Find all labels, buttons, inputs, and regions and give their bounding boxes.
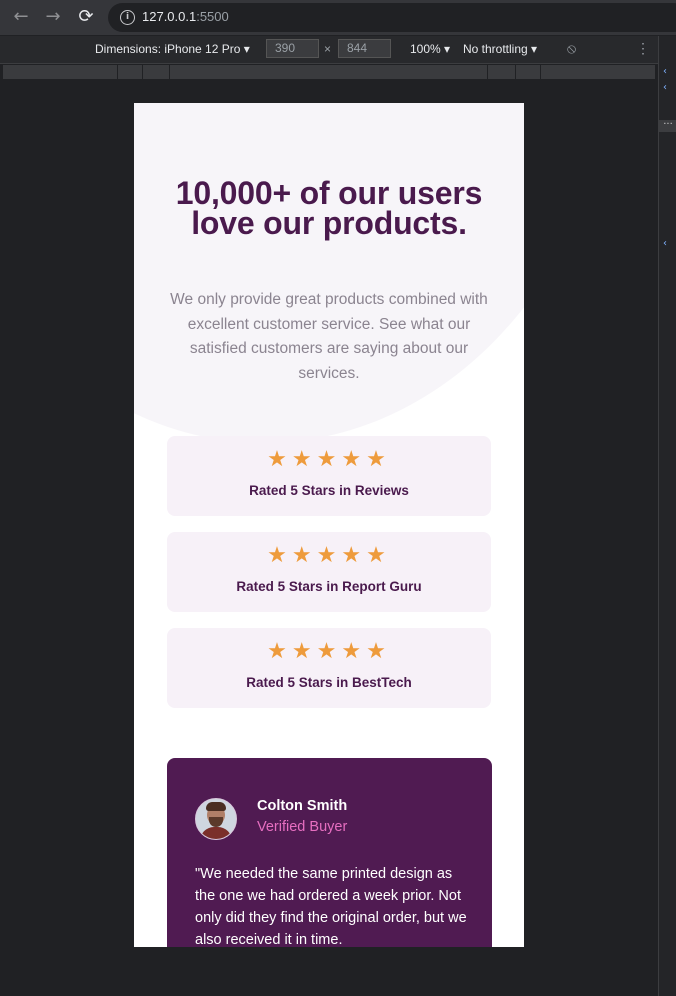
more-options-icon[interactable]: ⋮ bbox=[636, 40, 650, 57]
rotate-icon[interactable]: ⦸ bbox=[567, 40, 576, 57]
star-icon: ★ bbox=[291, 447, 317, 472]
code-marker-icon: ‹ bbox=[663, 66, 667, 77]
address-bar[interactable]: i 127.0.0.1:5500 bbox=[108, 3, 676, 32]
intro-text: We only provide great products combined … bbox=[170, 291, 488, 382]
avatar bbox=[195, 798, 237, 840]
star-rating: ★★★★★ bbox=[167, 448, 491, 472]
testimonial-card: Colton Smith Verified Buyer "We needed t… bbox=[167, 758, 492, 947]
info-icon[interactable]: i bbox=[120, 10, 135, 25]
code-marker-icon: ‹ bbox=[663, 82, 667, 93]
ellipsis-icon[interactable]: ··· bbox=[659, 120, 676, 132]
star-rating: ★★★★★ bbox=[167, 640, 491, 664]
media-query-segment[interactable] bbox=[118, 65, 143, 79]
back-arrow-icon[interactable]: ← bbox=[11, 7, 31, 27]
star-icon: ★ bbox=[366, 543, 391, 568]
media-query-segment[interactable] bbox=[143, 65, 170, 79]
star-icon: ★ bbox=[366, 447, 391, 472]
rating-label: Rated 5 Stars in BestTech bbox=[246, 675, 412, 690]
media-query-segment[interactable] bbox=[488, 65, 516, 79]
height-input[interactable]: 844 bbox=[338, 39, 391, 58]
star-icon: ★ bbox=[267, 543, 292, 568]
device-toolbar: Dimensions: iPhone 12 Pro ▾ 390 × 844 10… bbox=[0, 36, 658, 64]
devtools-panel-edge: ‹ ‹ ··· ‹ bbox=[658, 36, 676, 996]
star-icon: ★ bbox=[316, 447, 342, 472]
rating-card: ★★★★★ Rated 5 Stars in Report Guru bbox=[167, 532, 491, 612]
caret-down-icon: ▾ bbox=[444, 42, 451, 56]
browser-toolbar: ← → ⟳ i 127.0.0.1:5500 bbox=[0, 0, 676, 35]
testimonial-quote: "We needed the same printed design as th… bbox=[195, 866, 467, 947]
mobile-viewport: 10,000+ of our users love our products. … bbox=[134, 103, 524, 947]
rating-card: ★★★★★ Rated 5 Stars in Reviews bbox=[167, 436, 491, 516]
rating-label: Rated 5 Stars in Report Guru bbox=[236, 579, 422, 594]
rating-label: Rated 5 Stars in Reviews bbox=[249, 483, 409, 498]
star-icon: ★ bbox=[341, 543, 367, 568]
reload-icon[interactable]: ⟳ bbox=[76, 7, 96, 27]
background-pattern bbox=[134, 103, 524, 443]
star-icon: ★ bbox=[291, 639, 317, 664]
url-port: :5500 bbox=[196, 9, 229, 24]
media-query-segment[interactable] bbox=[516, 65, 541, 79]
throttling-label: No throttling bbox=[463, 42, 528, 56]
page-title: 10,000+ of our users love our products. bbox=[175, 175, 483, 241]
caret-down-icon: ▾ bbox=[243, 42, 250, 56]
code-marker-icon: ‹ bbox=[663, 238, 667, 249]
width-input[interactable]: 390 bbox=[266, 39, 319, 58]
rating-card: ★★★★★ Rated 5 Stars in BestTech bbox=[167, 628, 491, 708]
forward-arrow-icon[interactable]: → bbox=[43, 7, 63, 27]
star-icon: ★ bbox=[316, 639, 342, 664]
star-icon: ★ bbox=[341, 447, 367, 472]
star-icon: ★ bbox=[316, 543, 342, 568]
dimensions-select[interactable]: Dimensions: iPhone 12 Pro ▾ bbox=[95, 42, 250, 56]
caret-down-icon: ▾ bbox=[531, 42, 538, 56]
media-query-segment[interactable] bbox=[3, 65, 118, 79]
media-query-segment[interactable] bbox=[170, 65, 488, 79]
star-icon: ★ bbox=[366, 639, 391, 664]
reviewer-name: Colton Smith bbox=[257, 798, 348, 814]
zoom-label: 100% bbox=[410, 42, 441, 56]
url-text[interactable]: 127.0.0.1:5500 bbox=[142, 9, 229, 24]
dimensions-label: Dimensions: iPhone 12 Pro bbox=[95, 42, 241, 56]
star-icon: ★ bbox=[267, 639, 292, 664]
star-icon: ★ bbox=[267, 447, 292, 472]
throttling-select[interactable]: No throttling ▾ bbox=[463, 42, 537, 56]
media-query-bar bbox=[0, 64, 658, 80]
star-rating: ★★★★★ bbox=[167, 544, 491, 568]
media-query-segment[interactable] bbox=[541, 65, 656, 79]
times-sign: × bbox=[324, 42, 332, 56]
zoom-select[interactable]: 100% ▾ bbox=[410, 42, 450, 56]
reviewer-role: Verified Buyer bbox=[257, 819, 348, 835]
star-icon: ★ bbox=[291, 543, 317, 568]
star-icon: ★ bbox=[341, 639, 367, 664]
url-host: 127.0.0.1 bbox=[142, 9, 197, 24]
